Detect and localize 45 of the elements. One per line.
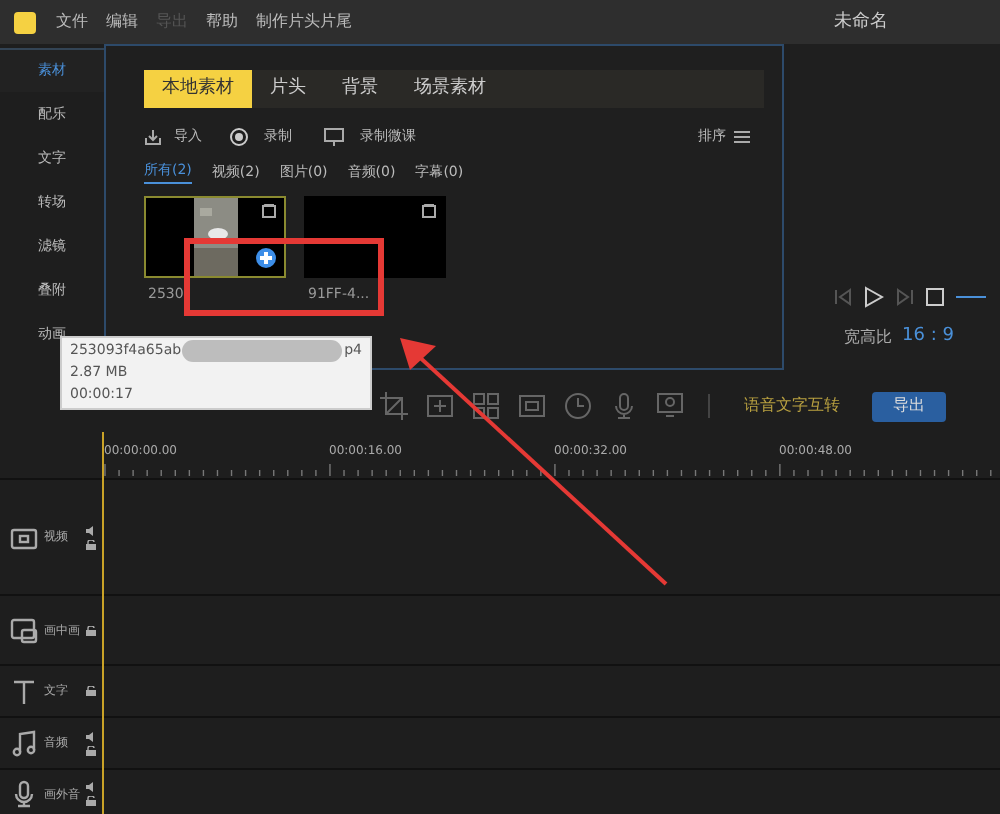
lock-icon[interactable] (86, 686, 96, 696)
menu-item[interactable]: 制作片头片尾 (256, 10, 352, 34)
window-title: 未命名 (834, 10, 888, 36)
lock-icon[interactable] (86, 796, 96, 806)
add-icon[interactable] (256, 248, 276, 268)
tab[interactable]: 场景素材 (396, 70, 504, 108)
add-frame-icon[interactable] (426, 392, 454, 420)
lock-icon[interactable] (86, 539, 96, 549)
lock-icon[interactable] (86, 625, 96, 635)
aspect-ratio-label: 宽高比 (844, 325, 892, 350)
play-icon[interactable] (864, 286, 884, 308)
picture-in-picture-icon (10, 616, 38, 644)
video-clip-icon (262, 204, 276, 218)
record-icon (230, 127, 248, 145)
clip-thumbnail[interactable] (144, 196, 286, 278)
speaker-icon[interactable] (86, 525, 96, 535)
app-logo-icon (14, 11, 36, 33)
tab[interactable]: 片头 (252, 70, 324, 108)
speaker-icon[interactable] (86, 731, 96, 741)
menu-item[interactable]: 帮助 (206, 10, 238, 34)
mosaic-icon[interactable] (472, 392, 500, 420)
microphone-icon[interactable] (610, 392, 638, 420)
text-icon (10, 677, 38, 705)
list-icon (734, 129, 750, 143)
menu-item[interactable]: 文件 (56, 10, 88, 34)
import-icon (144, 127, 162, 145)
aspect-ratio-value[interactable]: 16 : 9 (902, 324, 954, 351)
screen-icon (324, 127, 344, 145)
video-icon (10, 523, 38, 551)
frame-icon[interactable] (518, 392, 546, 420)
export-button[interactable]: 导出 (872, 391, 946, 421)
music-note-icon (10, 729, 38, 757)
clip-thumbnail[interactable] (304, 196, 446, 278)
crop-icon[interactable] (380, 392, 408, 420)
speech-text-button[interactable]: 语音文字互转 (744, 394, 840, 418)
clock-icon[interactable] (564, 392, 592, 420)
speaker-icon[interactable] (86, 782, 96, 792)
screen-record-icon[interactable] (656, 392, 684, 420)
menu-item[interactable]: 编辑 (106, 10, 138, 34)
video-clip-icon (422, 204, 436, 218)
microphone-icon (10, 780, 38, 808)
stop-icon[interactable] (926, 288, 944, 306)
lock-icon[interactable] (86, 745, 96, 755)
tab[interactable]: 背景 (324, 70, 396, 108)
tab[interactable]: 本地素材 (144, 70, 252, 108)
